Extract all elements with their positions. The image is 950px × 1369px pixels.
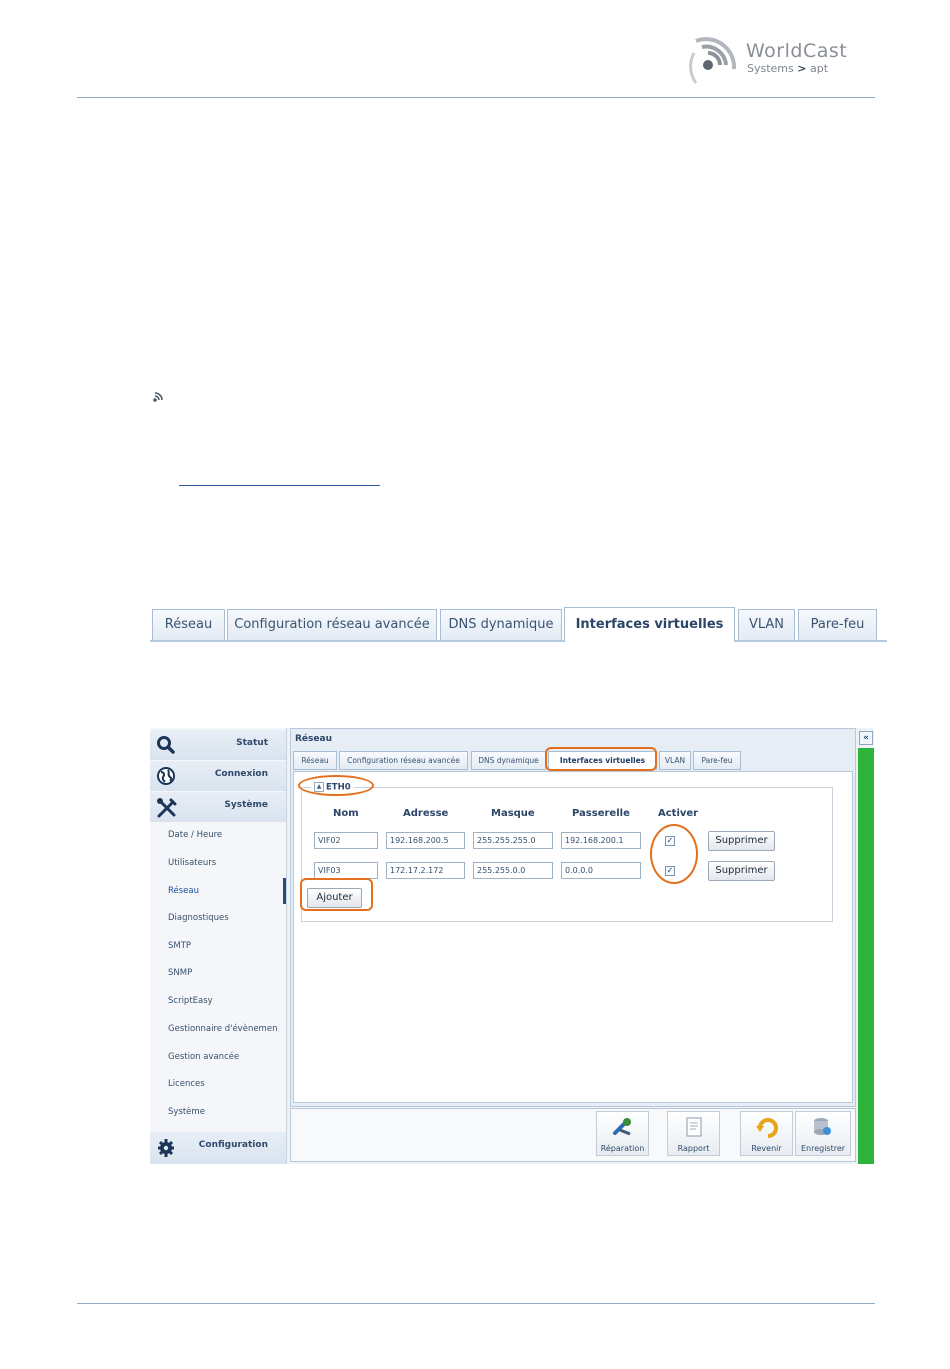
sidebar-item-scripteasy[interactable]: ScriptEasy <box>168 996 213 1006</box>
highlight-eth0 <box>298 775 374 796</box>
sidebar-item-reseau[interactable]: Réseau <box>168 886 199 896</box>
large-tab-strip: Réseau Configuration réseau avancée DNS … <box>150 607 887 642</box>
passerelle-input[interactable]: 192.168.200.1 <box>561 832 641 849</box>
toolbar-label: Revenir <box>751 1144 782 1153</box>
column-header-masque: Masque <box>491 808 535 819</box>
sidebar-main-statut[interactable]: Statut <box>150 730 286 760</box>
tab-strip-baseline <box>150 640 887 642</box>
selected-item-marker <box>283 878 286 904</box>
tab-vlan[interactable]: VLAN <box>738 609 795 640</box>
sidebar-main-label: Système <box>224 800 268 810</box>
nom-input[interactable]: VIF03 <box>314 862 378 879</box>
report-icon <box>686 1117 702 1137</box>
tab-dns-dynamique[interactable]: DNS dynamique <box>440 609 562 640</box>
tab-interfaces-virtuelles[interactable]: Interfaces virtuelles <box>564 607 735 642</box>
save-icon <box>814 1118 831 1135</box>
sidebar-main-label: Configuration <box>198 1140 268 1150</box>
supprimer-button[interactable]: Supprimer <box>708 831 775 851</box>
tools-icon <box>157 798 177 818</box>
masque-input[interactable]: 255.255.255.0 <box>473 832 553 849</box>
interfaces-content: ▲ ETH0 <box>293 771 853 1103</box>
collapse-panel-button[interactable]: « <box>859 731 873 745</box>
reparation-button[interactable]: Réparation <box>596 1111 649 1156</box>
toolbar-label: Réparation <box>600 1144 645 1153</box>
magnifier-icon <box>157 736 175 754</box>
sidebar-item-gestion-avancee[interactable]: Gestion avancée <box>168 1052 239 1062</box>
revert-icon <box>756 1118 778 1138</box>
brand-name: WorldCast <box>746 40 848 62</box>
adresse-input[interactable]: 172.17.2.172 <box>386 862 465 879</box>
sidebar-item-systeme[interactable]: Système <box>168 1107 205 1117</box>
brand-sub-arrow: > <box>797 62 807 75</box>
passerelle-input[interactable]: 0.0.0.0 <box>561 862 641 879</box>
sidebar-item-snmp[interactable]: SNMP <box>168 968 192 978</box>
highlight-interfaces-tab <box>545 747 657 771</box>
status-green-bar <box>858 748 874 1164</box>
subtab-reseau[interactable]: Réseau <box>293 751 337 770</box>
tab-reseau[interactable]: Réseau <box>152 609 225 640</box>
action-toolbar: Réparation Rapport Revenir Enregistrer <box>290 1108 856 1162</box>
column-header-adresse: Adresse <box>403 808 449 819</box>
brand-sub: Systems > apt <box>747 62 828 75</box>
worldcast-wave-logo-icon <box>689 37 737 84</box>
sidebar-item-utilisateurs[interactable]: Utilisateurs <box>168 858 216 868</box>
header-rule <box>77 97 875 98</box>
globe-icon <box>157 767 175 785</box>
reseau-panel: Réseau Réseau Configuration réseau avanc… <box>290 728 856 1107</box>
sidebar-main-label: Statut <box>236 738 268 748</box>
column-header-activer: Activer <box>658 808 699 819</box>
sidebar-item-diagnostiques[interactable]: Diagnostiques <box>168 913 229 923</box>
sidebar-main-systeme[interactable]: Système <box>150 792 286 822</box>
panel-title: Réseau <box>295 734 332 744</box>
eth0-fieldset <box>301 787 833 922</box>
sidebar-main-connexion[interactable]: Connexion <box>150 761 286 791</box>
sidebar-item-gestionnaire-evenements[interactable]: Gestionnaire d'évènemen <box>168 1024 277 1034</box>
tab-pare-feu[interactable]: Pare-feu <box>798 609 877 640</box>
column-header-passerelle: Passerelle <box>572 808 630 819</box>
subtab-dns-dynamique[interactable]: DNS dynamique <box>471 751 546 770</box>
toolbar-label: Enregistrer <box>800 1144 846 1153</box>
highlight-ajouter-button <box>300 878 373 911</box>
column-header-nom: Nom <box>333 808 359 819</box>
tab-configuration-reseau-avancee[interactable]: Configuration réseau avancée <box>227 609 437 640</box>
subtab-pare-feu[interactable]: Pare-feu <box>693 751 741 770</box>
sidebar-item-smtp[interactable]: SMTP <box>168 941 191 951</box>
masque-input[interactable]: 255.255.0.0 <box>473 862 553 879</box>
subtab-configuration-reseau-avancee[interactable]: Configuration réseau avancée <box>339 751 468 770</box>
sidebar-main-label: Connexion <box>214 769 268 779</box>
supprimer-button[interactable]: Supprimer <box>708 861 775 881</box>
adresse-input[interactable]: 192.168.200.5 <box>386 832 465 849</box>
sidebar-item-date-heure[interactable]: Date / Heure <box>168 830 222 840</box>
sidebar-item-licences[interactable]: Licences <box>168 1079 205 1089</box>
sidebar-main-configuration[interactable]: Configuration <box>150 1132 286 1164</box>
web-interface-screenshot: Statut Connexion Système Date / Heure Ut… <box>150 728 874 1164</box>
subtab-vlan[interactable]: VLAN <box>659 751 691 770</box>
brand-sub-systems: Systems <box>747 62 794 75</box>
repair-icon <box>613 1118 631 1136</box>
gear-icon <box>158 1139 174 1157</box>
wave-bullet-icon <box>153 392 163 402</box>
revenir-button[interactable]: Revenir <box>740 1111 793 1156</box>
hyperlink-underline[interactable] <box>179 485 380 486</box>
footer-rule <box>77 1303 875 1304</box>
rapport-button[interactable]: Rapport <box>667 1111 720 1156</box>
highlight-activer-checkboxes <box>650 824 698 884</box>
brand-sub-apt: apt <box>809 62 829 75</box>
nom-input[interactable]: VIF02 <box>314 832 378 849</box>
sidebar: Statut Connexion Système Date / Heure Ut… <box>150 728 287 1164</box>
enregistrer-button[interactable]: Enregistrer <box>795 1111 851 1156</box>
toolbar-label: Rapport <box>677 1144 710 1153</box>
